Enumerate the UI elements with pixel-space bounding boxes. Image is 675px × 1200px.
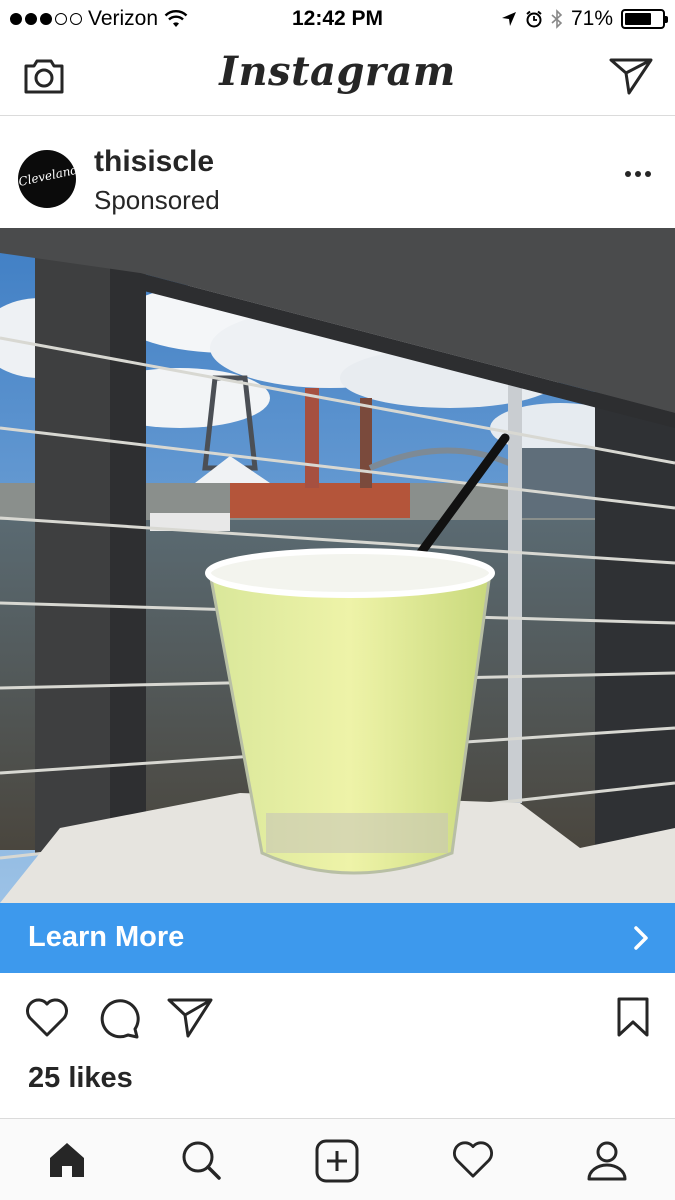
bluetooth-icon: [551, 9, 563, 29]
comment-icon[interactable]: [97, 996, 141, 1040]
avatar[interactable]: Cleveland: [18, 150, 76, 208]
location-arrow-icon: [501, 12, 516, 26]
battery-percent: 71%: [570, 7, 613, 30]
sponsored-label: Sponsored: [94, 185, 220, 215]
search-icon[interactable]: [180, 1139, 222, 1181]
post-actions: [0, 974, 675, 1064]
alarm-icon: [526, 10, 542, 28]
bottom-tab-bar: [0, 1118, 675, 1200]
app-logo: Instagram: [219, 48, 456, 95]
avatar-logo-text: Cleveland: [18, 162, 76, 189]
add-post-icon[interactable]: [315, 1139, 359, 1183]
battery-icon: [621, 9, 668, 29]
learn-more-label: Learn More: [28, 921, 185, 953]
post-image[interactable]: [0, 228, 675, 903]
direct-message-icon[interactable]: [609, 56, 653, 96]
home-icon[interactable]: [46, 1139, 88, 1181]
likes-count[interactable]: 25 likes: [28, 1062, 133, 1095]
chevron-right-icon: [634, 926, 648, 950]
heart-icon[interactable]: [24, 996, 70, 1038]
activity-heart-icon[interactable]: [451, 1139, 495, 1179]
more-options-icon[interactable]: [625, 171, 651, 177]
profile-icon[interactable]: [586, 1139, 628, 1181]
bookmark-icon[interactable]: [615, 996, 651, 1038]
learn-more-button[interactable]: Learn More: [0, 903, 675, 973]
post-username[interactable]: thisiscle: [94, 145, 214, 179]
post-header: Cleveland thisiscle Sponsored: [0, 117, 675, 228]
status-bar: Verizon 12:42 PM 71%: [0, 0, 675, 38]
status-right: 71%: [501, 7, 668, 31]
app-header: Instagram: [0, 38, 675, 116]
share-icon[interactable]: [167, 996, 213, 1038]
